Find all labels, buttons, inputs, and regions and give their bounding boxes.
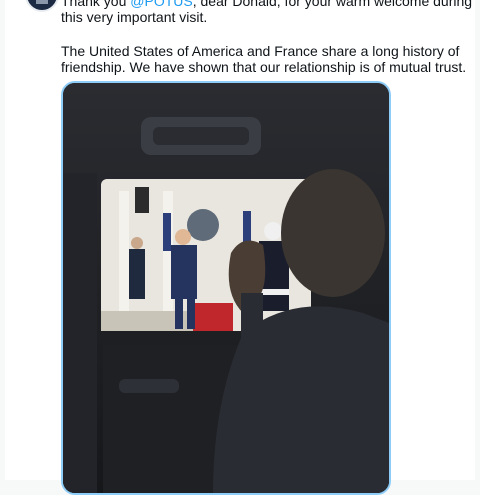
photo-illustration <box>63 83 389 493</box>
tweet-card[interactable]: Thank you @POTUS, dear Donald, for your … <box>5 0 475 495</box>
tweet-paragraph-2: The United States of America and France … <box>61 43 467 75</box>
avatar[interactable] <box>25 0 59 12</box>
man-head <box>281 169 385 297</box>
tweet-text-prefix: Thank you <box>61 0 131 9</box>
red-carpet <box>193 303 233 331</box>
window-arch <box>187 209 219 241</box>
tweet-paragraph-1: Thank you @POTUS, dear Donald, for your … <box>61 0 473 25</box>
mention-link[interactable]: @POTUS <box>130 0 192 9</box>
tweet-photo[interactable] <box>61 81 391 495</box>
door-handle <box>119 379 179 393</box>
tweet-text: Thank you @POTUS, dear Donald, for your … <box>61 0 473 75</box>
lamp <box>135 187 149 213</box>
